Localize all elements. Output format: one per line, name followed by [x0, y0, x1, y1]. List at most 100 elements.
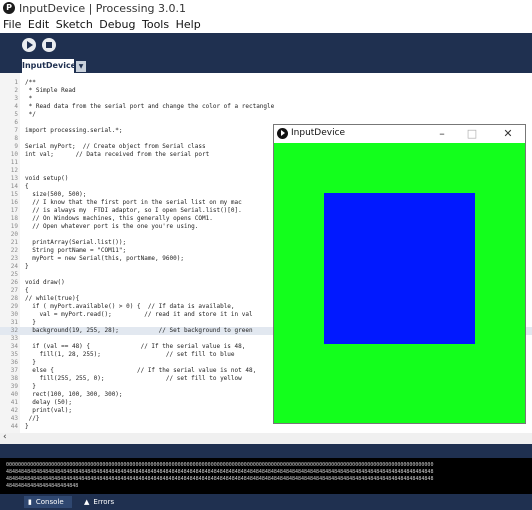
processing-app-icon: P — [3, 2, 15, 14]
code-text: myPort = new Serial(this, portName, 9600… — [25, 255, 184, 262]
menu-debug[interactable]: Debug — [96, 17, 135, 31]
console-line: 4848484848484848484848484848484848484848… — [6, 476, 434, 482]
code-text: background(19, 255, 28); // Set backgrou… — [25, 327, 253, 334]
line-number: 18 — [10, 215, 18, 222]
line-number: 35 — [10, 351, 18, 358]
line-number: 32 — [10, 327, 18, 334]
code-line[interactable]: 2 * Simple Read — [0, 87, 532, 95]
console-icon: ▮ — [28, 498, 32, 506]
code-text: /** — [25, 79, 36, 86]
code-text: else { // If the serial value is not 48, — [25, 367, 257, 374]
code-text: //} — [25, 415, 40, 422]
console-output: 0000000000000000000000000000000000000000… — [0, 458, 532, 494]
menu-file[interactable]: File — [0, 17, 21, 31]
console-line: 484848484848484848484848 — [6, 483, 79, 489]
sketch-canvas — [274, 143, 525, 423]
line-number: 28 — [10, 295, 18, 302]
run-button[interactable] — [22, 38, 36, 52]
code-text: printArray(Serial.list()); — [25, 239, 127, 246]
close-icon[interactable]: ✕ — [500, 126, 516, 142]
tab-console[interactable]: ▮ Console — [24, 496, 72, 508]
code-text: rect(100, 100, 300, 300); — [25, 391, 123, 398]
scroll-left-icon[interactable]: ‹ — [3, 432, 7, 442]
line-number: 42 — [10, 407, 18, 414]
code-line[interactable]: 4 * Read data from the serial port and c… — [0, 103, 532, 111]
code-text: val = myPort.read(); // read it and stor… — [25, 311, 253, 318]
code-text: size(500, 500); — [25, 191, 87, 198]
line-number: 33 — [10, 335, 18, 342]
code-text: int val; // Data received from the seria… — [25, 151, 210, 158]
line-number: 27 — [10, 287, 18, 294]
code-line[interactable]: 5 */ — [0, 111, 532, 119]
console-line: 4848484848484848484848484848484848484848… — [6, 469, 434, 475]
sketch-window[interactable]: InputDevice – □ ✕ — [273, 124, 526, 424]
code-text: delay (50); — [25, 399, 72, 406]
menu-help[interactable]: Help — [173, 17, 201, 31]
line-number: 38 — [10, 375, 18, 382]
sketch-rectangle — [324, 193, 475, 344]
line-number: 6 — [14, 119, 18, 126]
line-number: 13 — [10, 175, 18, 182]
code-text: if (val == 48) { // If the serial value … — [25, 343, 246, 350]
line-number: 25 — [10, 271, 18, 278]
line-number: 39 — [10, 383, 18, 390]
line-number: 26 — [10, 279, 18, 286]
line-number: 20 — [10, 231, 18, 238]
code-text: Serial myPort; // Create object from Ser… — [25, 143, 206, 150]
menu-sketch[interactable]: Sketch — [53, 17, 93, 31]
menu-edit[interactable]: Edit — [25, 17, 49, 31]
code-text: fill(1, 28, 255); // set fill to blue — [25, 351, 235, 358]
line-number: 4 — [14, 103, 18, 110]
line-number: 22 — [10, 247, 18, 254]
code-line[interactable]: 3 * — [0, 95, 532, 103]
editor-console-divider[interactable] — [0, 444, 532, 458]
line-number: 10 — [10, 151, 18, 158]
code-text: void setup() — [25, 175, 69, 182]
line-number: 31 — [10, 319, 18, 326]
line-number: 24 — [10, 263, 18, 270]
processing-play-icon — [277, 128, 288, 139]
line-number: 37 — [10, 367, 18, 374]
title-bar: P InputDevice | Processing 3.0.1 — [0, 0, 532, 17]
menu-tools[interactable]: Tools — [139, 17, 169, 31]
code-line[interactable]: 1 /** — [0, 79, 532, 87]
line-number: 19 — [10, 223, 18, 230]
maximize-icon[interactable]: □ — [464, 126, 480, 142]
tab-inputdevice[interactable]: InputDevice — [22, 59, 76, 73]
code-text: } — [25, 383, 36, 390]
line-number: 40 — [10, 391, 18, 398]
line-number: 7 — [14, 127, 18, 134]
line-number: 2 — [14, 87, 18, 94]
code-text: } — [25, 359, 36, 366]
line-number: 9 — [14, 143, 18, 150]
menu-bar: File Edit Sketch Debug Tools Help — [0, 17, 532, 33]
tab-menu-arrow-icon[interactable]: ▼ — [76, 61, 86, 72]
line-number: 36 — [10, 359, 18, 366]
code-text: void draw() — [25, 279, 65, 286]
tab-bar: InputDevice ▼ — [0, 57, 532, 73]
code-text: { — [25, 287, 29, 294]
code-text: // On Windows machines, this generally o… — [25, 215, 213, 222]
horizontal-scrollbar[interactable]: ‹ — [0, 432, 532, 444]
minimize-icon[interactable]: – — [434, 126, 450, 142]
tab-errors[interactable]: ▲ Errors — [80, 496, 120, 508]
code-line[interactable]: 44} — [0, 423, 532, 431]
console-tabs: ▮ Console ▲ Errors — [0, 494, 532, 510]
code-text: // I know that the first port in the ser… — [25, 199, 242, 206]
code-text: } — [25, 423, 29, 430]
code-text: print(val); — [25, 407, 72, 414]
line-number: 43 — [10, 415, 18, 422]
line-number: 14 — [10, 183, 18, 190]
warning-icon: ▲ — [84, 498, 90, 506]
line-number: 15 — [10, 191, 18, 198]
code-text: * Read data from the serial port and cha… — [25, 103, 275, 110]
line-number: 41 — [10, 399, 18, 406]
code-text: fill(255, 255, 0); // set fill to yellow — [25, 375, 242, 382]
line-number: 29 — [10, 303, 18, 310]
line-number: 1 — [14, 79, 18, 86]
sketch-window-titlebar[interactable]: InputDevice – □ ✕ — [274, 125, 525, 143]
line-number: 34 — [10, 343, 18, 350]
code-text: { — [25, 183, 29, 190]
line-number: 8 — [14, 135, 18, 142]
stop-button[interactable] — [42, 38, 56, 52]
